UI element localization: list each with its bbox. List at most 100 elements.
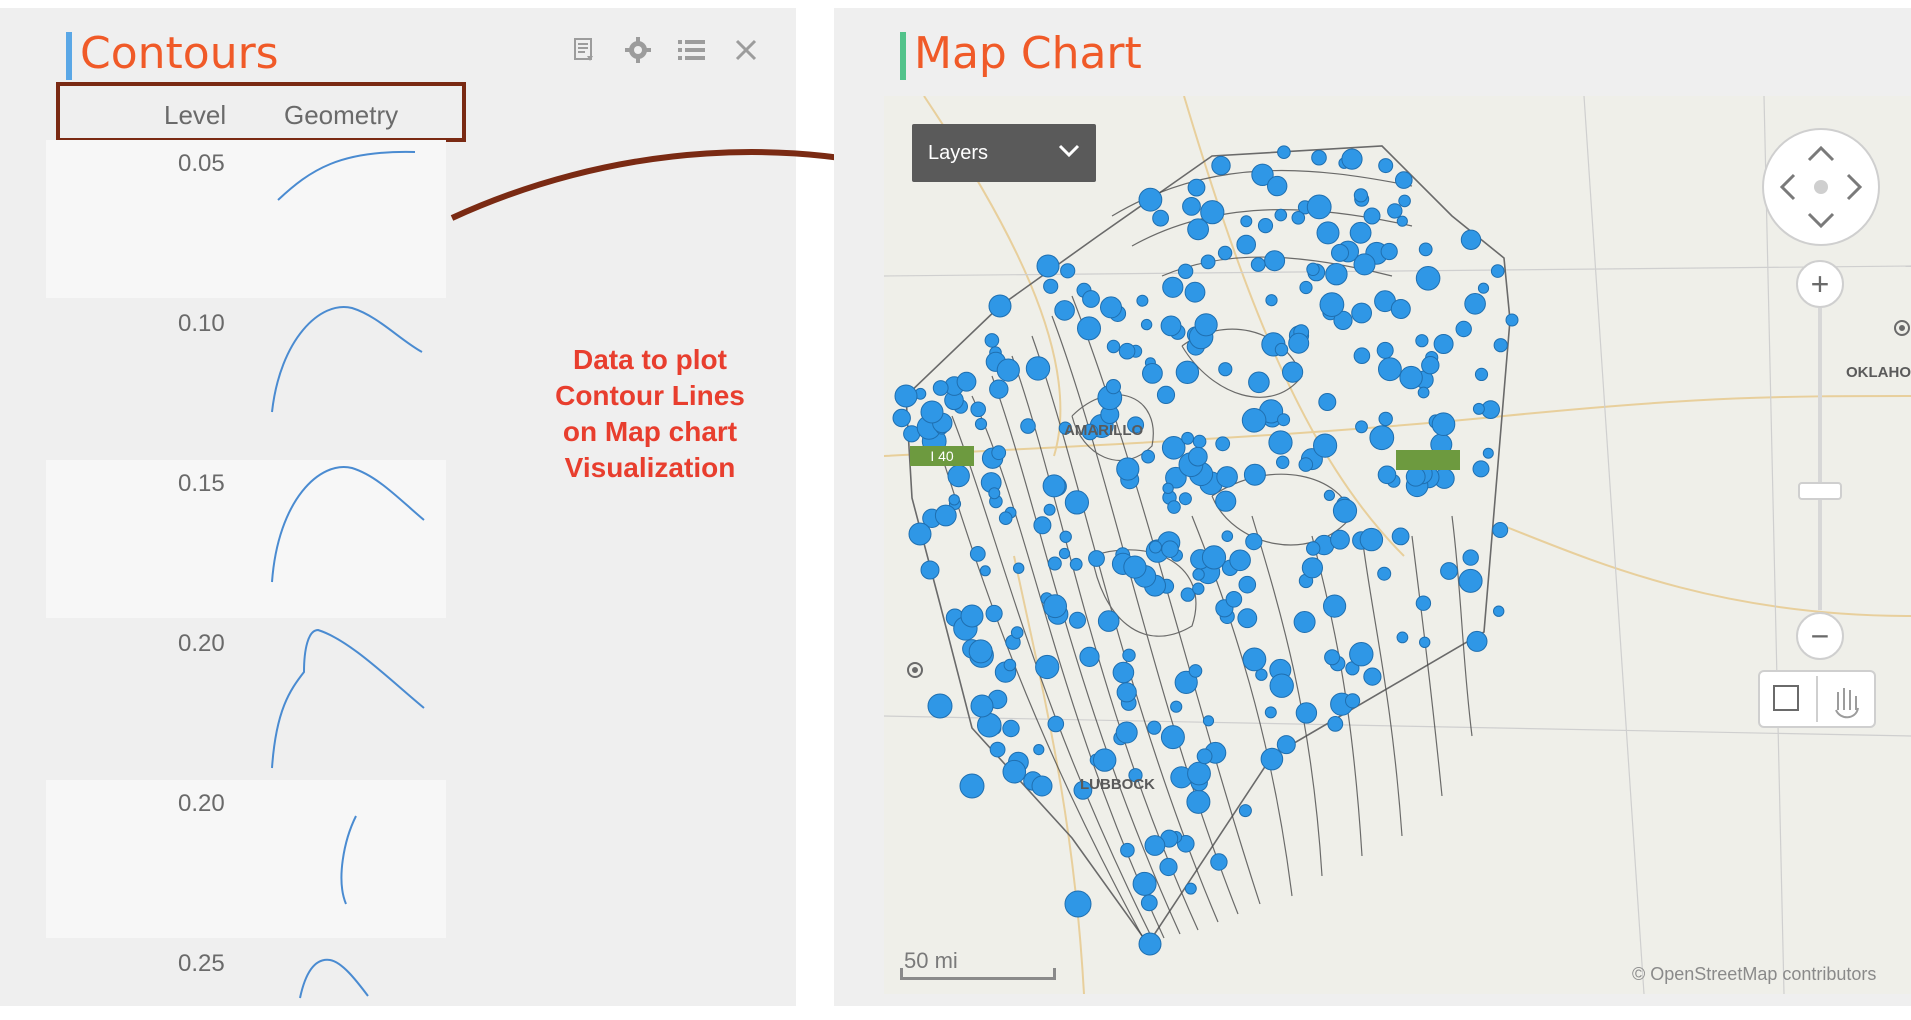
map-point-marker[interactable] xyxy=(1311,149,1327,166)
map-point-marker[interactable] xyxy=(1458,568,1483,593)
map-point-marker[interactable] xyxy=(1332,498,1358,523)
map-point-marker[interactable] xyxy=(1257,218,1274,234)
bullet-list-icon[interactable] xyxy=(678,36,706,64)
map-point-marker[interactable] xyxy=(1378,357,1402,382)
map-point-marker[interactable] xyxy=(1415,595,1432,611)
map-point-marker[interactable] xyxy=(1002,759,1027,784)
map-point-marker[interactable] xyxy=(1298,457,1314,472)
map-point-marker[interactable] xyxy=(1415,266,1441,291)
map-point-marker[interactable] xyxy=(1419,636,1431,648)
map-point-marker[interactable] xyxy=(1405,466,1426,487)
map-point-marker[interactable] xyxy=(1118,342,1136,360)
map-attribution[interactable]: © OpenStreetMap contributors xyxy=(1632,964,1876,985)
layers-dropdown[interactable]: Layers xyxy=(912,124,1096,182)
map-point-marker[interactable] xyxy=(1440,562,1458,580)
map-point-marker[interactable] xyxy=(1218,362,1233,377)
map-point-marker[interactable] xyxy=(1196,748,1213,765)
map-point-marker[interactable] xyxy=(1248,371,1270,394)
map-point-marker[interactable] xyxy=(1505,313,1519,327)
map-point-marker[interactable] xyxy=(1064,890,1092,918)
map-point-marker[interactable] xyxy=(1132,871,1157,896)
map-point-marker[interactable] xyxy=(1116,682,1137,703)
map-point-marker[interactable] xyxy=(1159,857,1178,877)
map-point-marker[interactable] xyxy=(1194,313,1218,337)
map-point-marker[interactable] xyxy=(1184,882,1197,895)
map-point-marker[interactable] xyxy=(1060,263,1076,279)
map-point-marker[interactable] xyxy=(1003,658,1017,672)
map-point-marker[interactable] xyxy=(1216,466,1238,488)
map-point-marker[interactable] xyxy=(1210,853,1228,871)
map-point-marker[interactable] xyxy=(1242,647,1267,672)
map-point-marker[interactable] xyxy=(1097,610,1120,632)
map-point-marker[interactable] xyxy=(979,565,991,577)
map-point-marker[interactable] xyxy=(956,371,977,392)
map-point-marker[interactable] xyxy=(1020,418,1036,434)
map-point-marker[interactable] xyxy=(1267,175,1288,197)
map-point-marker[interactable] xyxy=(1188,446,1208,467)
map-point-marker[interactable] xyxy=(1277,145,1291,160)
close-icon[interactable] xyxy=(732,36,760,64)
map-point-marker[interactable] xyxy=(1043,594,1068,619)
map-point-marker[interactable] xyxy=(1120,842,1135,858)
map-point-marker[interactable] xyxy=(1079,646,1100,668)
map-point-marker[interactable] xyxy=(988,487,1001,500)
map-point-marker[interactable] xyxy=(1192,582,1205,595)
map-point-marker[interactable] xyxy=(1033,516,1052,535)
map-point-marker[interactable] xyxy=(927,693,953,719)
map-point-marker[interactable] xyxy=(1341,148,1363,170)
map-point-marker[interactable] xyxy=(1077,316,1101,341)
map-point-marker[interactable] xyxy=(1264,706,1277,719)
map-point-marker[interactable] xyxy=(1161,540,1179,559)
map-point-marker[interactable] xyxy=(1417,386,1430,399)
map-point-marker[interactable] xyxy=(1274,342,1289,357)
map-point-marker[interactable] xyxy=(1319,292,1345,318)
map-point-marker[interactable] xyxy=(1202,715,1215,727)
map-point-marker[interactable] xyxy=(968,639,993,664)
map-point-marker[interactable] xyxy=(1241,408,1267,433)
map-point-marker[interactable] xyxy=(1455,320,1472,338)
map-point-marker[interactable] xyxy=(1349,221,1372,244)
map-point-marker[interactable] xyxy=(1115,721,1138,744)
map-point-marker[interactable] xyxy=(908,522,932,546)
map-point-marker[interactable] xyxy=(1221,530,1234,543)
map-point-marker[interactable] xyxy=(1100,296,1122,319)
map-point-marker[interactable] xyxy=(1178,492,1192,506)
map-point-marker[interactable] xyxy=(1236,234,1257,255)
map-point-marker[interactable] xyxy=(1345,693,1361,709)
map-point-marker[interactable] xyxy=(1431,412,1456,437)
map-point-marker[interactable] xyxy=(1229,549,1251,572)
map-point-marker[interactable] xyxy=(1293,611,1316,633)
map-point-marker[interactable] xyxy=(1225,591,1243,608)
map-point-marker[interactable] xyxy=(1105,379,1121,395)
map-point-marker[interactable] xyxy=(1353,188,1368,203)
map-point-marker[interactable] xyxy=(1274,208,1288,222)
map-point-marker[interactable] xyxy=(1474,367,1489,381)
map-point-marker[interactable] xyxy=(1391,527,1410,546)
map-point-marker[interactable] xyxy=(1378,158,1394,174)
map-point-marker[interactable] xyxy=(1299,280,1313,295)
map-point-marker[interactable] xyxy=(1142,363,1163,384)
map-point-marker[interactable] xyxy=(1399,365,1423,390)
map-point-marker[interactable] xyxy=(1359,527,1384,552)
map-point-marker[interactable] xyxy=(1201,545,1227,570)
map-point-marker[interactable] xyxy=(1138,932,1162,956)
map-point-marker[interactable] xyxy=(1390,299,1411,319)
map-point-marker[interactable] xyxy=(1269,673,1294,698)
map-point-marker[interactable] xyxy=(1215,490,1237,512)
map-point-marker[interactable] xyxy=(1093,748,1117,772)
map-point-marker[interactable] xyxy=(1144,835,1166,856)
map-point-marker[interactable] xyxy=(1493,338,1508,353)
map-point-marker[interactable] xyxy=(1200,200,1225,225)
map-point-marker[interactable] xyxy=(920,400,944,424)
map-point-marker[interactable] xyxy=(1351,302,1373,324)
map-point-marker[interactable] xyxy=(1192,568,1205,581)
column-header-geometry[interactable]: Geometry xyxy=(284,100,398,131)
map-point-marker[interactable] xyxy=(1291,211,1306,225)
map-point-marker[interactable] xyxy=(988,294,1012,318)
map-point-marker[interactable] xyxy=(1082,290,1100,308)
map-point-marker[interactable] xyxy=(1160,315,1182,337)
map-point-marker[interactable] xyxy=(1167,500,1181,514)
map-point-marker[interactable] xyxy=(1282,361,1304,383)
zoom-slider-track[interactable] xyxy=(1818,308,1822,610)
map-point-marker[interactable] xyxy=(969,546,986,562)
